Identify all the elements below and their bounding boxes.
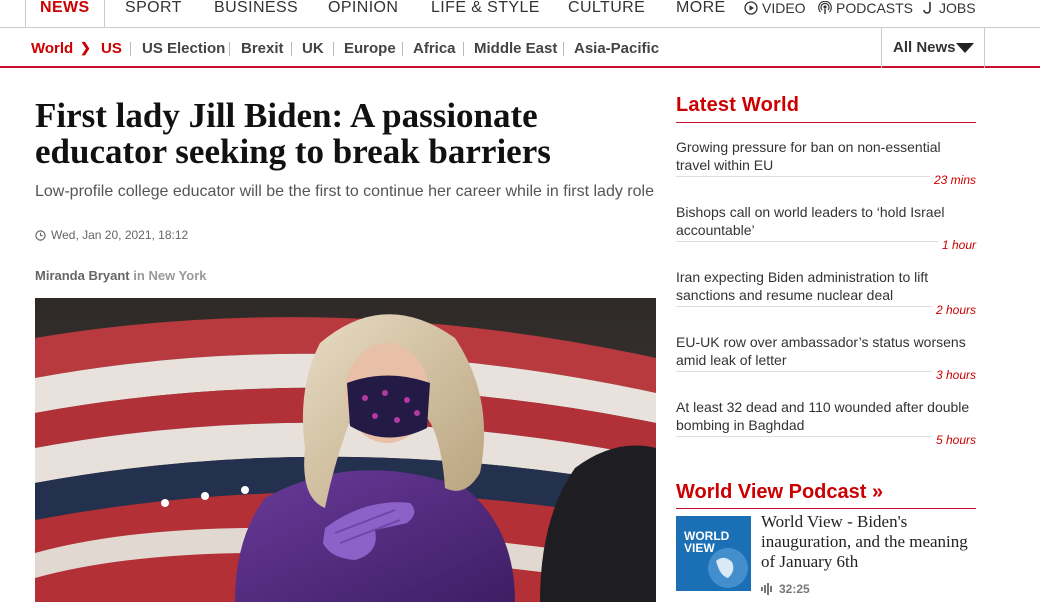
story-title[interactable]: EU-UK row over ambassador’s status worse…	[676, 333, 976, 369]
subnav-brexit[interactable]: Brexit	[241, 40, 284, 57]
story-divider: 5 hours	[676, 433, 976, 447]
subnav-asia-pacific[interactable]: Asia-Pacific	[574, 40, 659, 57]
story-time: 1 hour	[937, 238, 976, 252]
story-title[interactable]: Growing pressure for ban on non-essentia…	[676, 138, 976, 174]
list-item[interactable]: EU-UK row over ambassador’s status worse…	[676, 333, 976, 382]
caret-down-icon	[956, 43, 974, 53]
podcast-thumbnail[interactable]: WORLD VIEW	[676, 516, 751, 591]
byline-in: in	[133, 268, 145, 283]
list-item[interactable]: At least 32 dead and 110 wounded after d…	[676, 398, 976, 447]
story-divider: 3 hours	[676, 368, 976, 382]
chevron-right-icon: ❯	[80, 40, 91, 55]
article-standfirst: Low-profile college educator will be the…	[35, 183, 654, 200]
nav-podcasts[interactable]: PODCASTS	[818, 0, 913, 18]
story-title[interactable]: Bishops call on world leaders to ‘hold I…	[676, 203, 976, 239]
story-divider: 2 hours	[676, 303, 976, 317]
nav-business[interactable]: BUSINESS	[214, 0, 298, 26]
play-icon	[744, 1, 758, 15]
podcast-duration-value: 32:25	[779, 582, 810, 596]
jobs-icon	[923, 2, 931, 14]
subnav-europe[interactable]: Europe	[344, 40, 396, 57]
story-title[interactable]: Iran expecting Biden administration to l…	[676, 268, 976, 304]
nav-culture[interactable]: CULTURE	[568, 0, 645, 26]
article-hero-image	[35, 298, 656, 602]
nav-video[interactable]: VIDEO	[744, 0, 806, 18]
nav-more[interactable]: MORE	[676, 0, 726, 26]
divider	[563, 42, 564, 56]
story-divider: 1 hour	[676, 238, 976, 252]
byline-location: New York	[148, 268, 207, 283]
all-news-dropdown[interactable]: All News	[881, 28, 985, 68]
clock-icon	[35, 229, 46, 241]
article-dateline: Wed, Jan 20, 2021, 18:12	[35, 228, 188, 242]
story-time: 5 hours	[931, 433, 976, 447]
list-item[interactable]: Growing pressure for ban on non-essentia…	[676, 138, 976, 187]
list-item[interactable]: Iran expecting Biden administration to l…	[676, 268, 976, 317]
story-time: 23 mins	[929, 173, 976, 187]
divider	[333, 42, 334, 56]
story-time: 2 hours	[931, 303, 976, 317]
hero-photo	[35, 298, 656, 602]
nav-jobs-label: JOBS	[939, 0, 976, 16]
nav-jobs[interactable]: JOBS	[921, 0, 976, 18]
nav-news[interactable]: NEWS	[25, 0, 105, 27]
latest-world-heading: Latest World	[676, 94, 976, 123]
podcast-heading-link[interactable]: World View Podcast »	[676, 481, 976, 509]
subnav-middle-east[interactable]: Middle East	[474, 40, 557, 57]
podcast-title[interactable]: World View - Biden's inauguration, and t…	[761, 512, 976, 572]
thumb-line-2: VIEW	[684, 541, 715, 555]
divider	[130, 42, 131, 56]
article-byline: Miranda Bryant in New York	[35, 268, 207, 283]
subnav-uk[interactable]: UK	[302, 40, 324, 57]
section-navigation: World ❯ US US Election Brexit UK Europe …	[0, 28, 1040, 68]
all-news-label: All News	[893, 39, 956, 56]
subnav-us-election[interactable]: US Election	[142, 40, 225, 57]
audio-wave-icon	[761, 583, 772, 595]
world-view-logo: WORLD VIEW	[676, 516, 751, 591]
podcast-duration: 32:25	[761, 582, 810, 596]
breadcrumb-world[interactable]: World	[31, 40, 73, 57]
podcast-icon	[818, 1, 832, 14]
nav-podcasts-label: PODCASTS	[836, 0, 914, 16]
nav-sport[interactable]: SPORT	[125, 0, 182, 26]
nav-life-style[interactable]: LIFE & STYLE	[431, 0, 540, 26]
nav-video-label: VIDEO	[762, 0, 806, 16]
top-navigation: NEWS SPORT BUSINESS OPINION LIFE & STYLE…	[0, 0, 1040, 28]
list-item[interactable]: Bishops call on world leaders to ‘hold I…	[676, 203, 976, 252]
article-date: Wed, Jan 20, 2021, 18:12	[51, 228, 189, 242]
article-headline: First lady Jill Biden: A passionate educ…	[35, 96, 551, 171]
nav-opinion[interactable]: OPINION	[328, 0, 398, 26]
divider	[402, 42, 403, 56]
divider	[229, 42, 230, 56]
story-divider: 23 mins	[676, 173, 976, 187]
divider	[463, 42, 464, 56]
subnav-africa[interactable]: Africa	[413, 40, 456, 57]
breadcrumb-us[interactable]: US	[101, 40, 122, 57]
divider	[291, 42, 292, 56]
author-name[interactable]: Miranda Bryant	[35, 268, 130, 283]
story-title[interactable]: At least 32 dead and 110 wounded after d…	[676, 398, 976, 434]
story-time: 3 hours	[931, 368, 976, 382]
